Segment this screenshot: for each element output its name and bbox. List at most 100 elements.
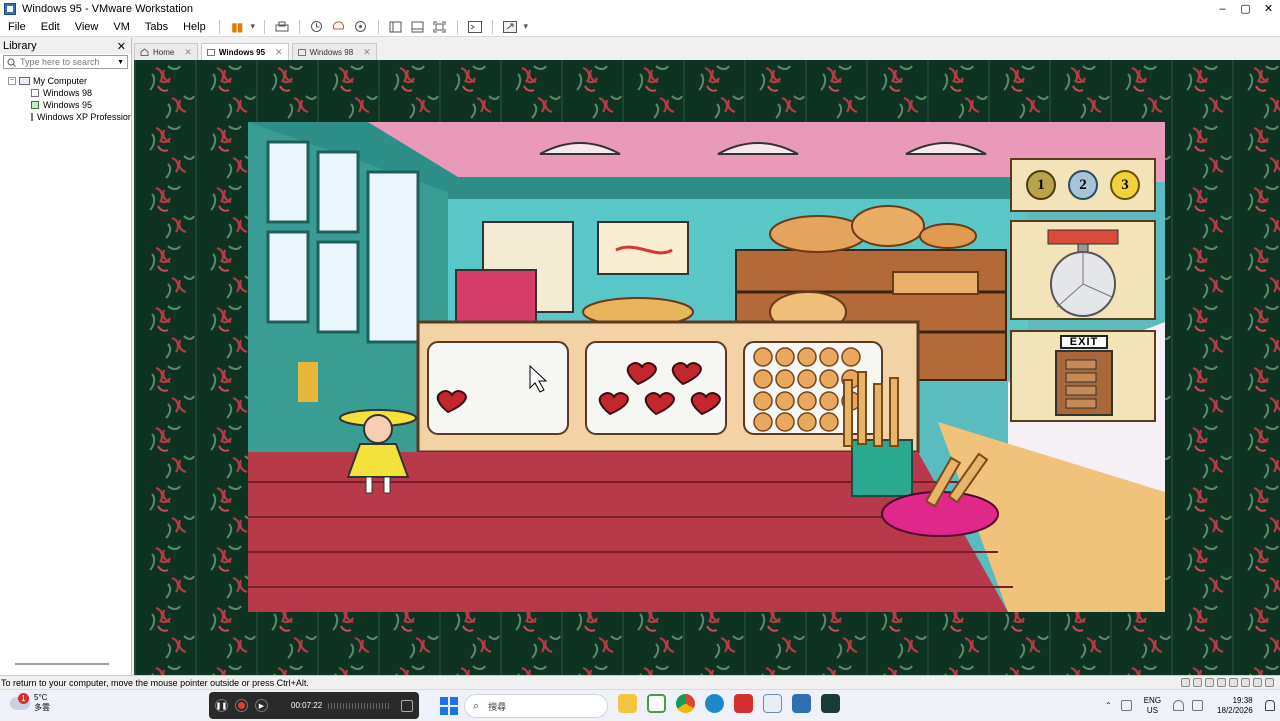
recorder-play-icon[interactable]: ▶	[255, 699, 268, 712]
vm-display[interactable]: 1 2 3 EXIT	[134, 60, 1280, 675]
tab-close-icon[interactable]: ✕	[363, 47, 371, 58]
game-window[interactable]: 1 2 3 EXIT	[248, 122, 1165, 612]
close-button[interactable]: ✕	[1257, 0, 1280, 17]
exit-panel[interactable]: EXIT	[1010, 330, 1156, 422]
toolbar-divider	[263, 19, 265, 34]
file-explorer-icon[interactable]	[618, 694, 637, 713]
recorder-stop-icon[interactable]	[235, 699, 248, 712]
toolbar-divider	[456, 19, 458, 34]
menu-help[interactable]: Help	[175, 17, 213, 37]
tree-item-label: Windows 98	[43, 88, 93, 98]
snapshot-manager-icon[interactable]	[350, 18, 372, 36]
hard-disk-icon[interactable]	[1181, 678, 1190, 687]
clock-time: 19:38	[1232, 695, 1253, 705]
app-icon[interactable]	[763, 694, 782, 713]
scale-panel[interactable]	[1010, 220, 1156, 320]
menu-file[interactable]: File	[0, 17, 33, 37]
revert-snapshot-icon[interactable]	[328, 18, 350, 36]
screen-recorder-bar: ❚❚ ▶ 00:07:22	[209, 692, 419, 719]
window-title: Windows 95 - VMware Workstation	[22, 2, 193, 15]
notification-badge: 1	[18, 692, 29, 704]
vmware-taskbar-icon[interactable]	[647, 694, 666, 713]
stretch-guest-icon[interactable]	[499, 18, 521, 36]
network-icon[interactable]	[1217, 678, 1226, 687]
maximize-button[interactable]: ▢	[1234, 0, 1257, 17]
pause-icon[interactable]: ▮▮	[226, 18, 248, 36]
collapse-icon[interactable]: −	[8, 77, 16, 85]
tray-app-icon[interactable]	[1120, 700, 1132, 711]
send-keys-icon[interactable]	[271, 18, 293, 36]
tree-item-windows-95[interactable]: Windows 95	[0, 99, 131, 111]
vm-icon	[31, 113, 33, 121]
library-header: Library ✕	[0, 38, 131, 54]
menu-vm[interactable]: VM	[105, 17, 137, 37]
sound-icon[interactable]	[1241, 678, 1250, 687]
tree-item-my-computer[interactable]: − My Computer	[0, 75, 131, 87]
tab-label: Home	[153, 47, 175, 57]
cd-drive-icon[interactable]	[1193, 678, 1202, 687]
usb-icon[interactable]	[1229, 678, 1238, 687]
toolbar-divider	[298, 19, 300, 34]
tree-item-label: Windows XP Professional	[37, 112, 131, 122]
console-view-icon[interactable]	[385, 18, 407, 36]
tab-windows-95[interactable]: Windows 95 ✕	[200, 43, 289, 60]
taskbar-search[interactable]: ⌕ 搜尋	[464, 694, 608, 718]
menu-edit[interactable]: Edit	[33, 17, 67, 37]
tab-close-icon[interactable]: ✕	[275, 47, 283, 58]
lang-code: ENG	[1143, 695, 1162, 705]
cloud-icon: 1	[10, 692, 30, 710]
chrome-icon[interactable]	[676, 694, 695, 713]
tab-close-icon[interactable]: ✕	[184, 47, 192, 58]
message-log-icon[interactable]	[1265, 678, 1274, 687]
toolbar-divider	[491, 19, 493, 34]
floppy-icon[interactable]	[1205, 678, 1214, 687]
tray-overflow-icon[interactable]: ⌃	[1105, 701, 1112, 710]
medal-1[interactable]: 1	[1026, 170, 1056, 200]
medal-2[interactable]: 2	[1068, 170, 1098, 200]
recorder-expand-icon[interactable]	[401, 699, 413, 712]
edge-icon[interactable]	[705, 694, 724, 713]
terminal-icon[interactable]	[464, 18, 486, 36]
window-controls: – ▢ ✕	[1211, 0, 1280, 17]
wifi-icon[interactable]	[1173, 700, 1185, 711]
volume-icon[interactable]	[1192, 700, 1204, 711]
library-search-input[interactable]	[20, 57, 116, 67]
tab-windows-98[interactable]: Windows 98 ✕	[291, 43, 377, 60]
medal-3[interactable]: 3	[1110, 170, 1140, 200]
pause-dropdown-icon[interactable]: ▾	[248, 18, 258, 36]
menu-tabs[interactable]: Tabs	[137, 17, 175, 37]
recorder-pause-icon[interactable]: ❚❚	[215, 699, 228, 712]
stretch-dropdown-icon[interactable]: ▾	[521, 18, 531, 36]
wps-icon[interactable]	[734, 694, 753, 713]
vm-icon	[297, 48, 306, 56]
display-icon[interactable]	[1253, 678, 1262, 687]
tree-item-windows-xp[interactable]: Windows XP Professional	[0, 111, 131, 123]
terminal-app-icon[interactable]	[821, 694, 840, 713]
vm-icon	[206, 48, 215, 56]
language-indicator[interactable]: ENG US	[1144, 696, 1161, 716]
exit-door-icon	[1055, 350, 1113, 416]
search-dropdown-icon[interactable]: ▼	[117, 59, 124, 66]
library-search[interactable]: ▼	[3, 55, 128, 69]
library-panel: Library ✕ ▼ − My Computer Windows 98 Win…	[0, 38, 132, 675]
weather-widget[interactable]: 1 5°C 多雲	[10, 692, 50, 713]
library-close-icon[interactable]: ✕	[117, 40, 128, 53]
full-screen-icon[interactable]	[429, 18, 451, 36]
notifications-icon[interactable]	[1264, 700, 1275, 711]
home-icon	[140, 48, 149, 56]
store-icon[interactable]	[792, 694, 811, 713]
clock[interactable]: 19:38 18/2/2026	[1217, 696, 1253, 716]
minimize-button[interactable]: –	[1211, 0, 1234, 17]
menu-view[interactable]: View	[67, 17, 106, 37]
library-scrollbar[interactable]	[15, 663, 109, 665]
start-button[interactable]	[440, 697, 458, 715]
tree-item-windows-98[interactable]: Windows 98	[0, 87, 131, 99]
recorder-time: 00:07:22	[291, 701, 323, 710]
tree-item-label: My Computer	[33, 76, 88, 86]
vm-running-icon	[31, 101, 39, 109]
library-title: Library	[3, 40, 37, 52]
quick-switch-icon[interactable]	[407, 18, 429, 36]
toolbar-divider	[218, 19, 220, 34]
tab-home[interactable]: Home ✕	[134, 43, 198, 60]
snapshot-icon[interactable]	[306, 18, 328, 36]
